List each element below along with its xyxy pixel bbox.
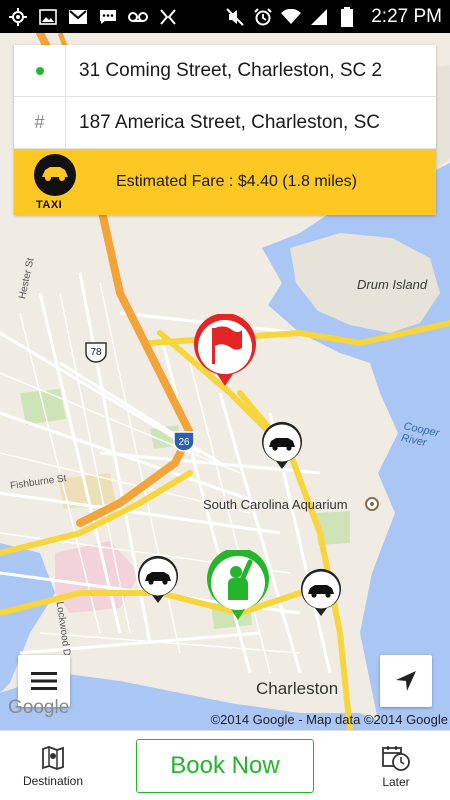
pickup-address-field[interactable]: 31 Coming Street, Charleston, SC 2 bbox=[66, 60, 436, 82]
medical-district bbox=[55, 541, 140, 613]
pickup-marker bbox=[14, 44, 66, 97]
alarm-icon bbox=[253, 7, 273, 27]
taxi-icon bbox=[34, 154, 76, 196]
taxi-pin-2[interactable] bbox=[136, 555, 180, 610]
image-icon bbox=[38, 7, 58, 27]
address-panel: 31 Coming Street, Charleston, SC 2 # 187… bbox=[14, 44, 436, 215]
hash-icon: # bbox=[34, 112, 45, 132]
destination-marker: # bbox=[14, 96, 66, 149]
wifi-icon bbox=[281, 7, 302, 27]
destination-label: Destination bbox=[22, 773, 84, 788]
destination-address-field[interactable]: 187 America Street, Charleston, SC bbox=[66, 112, 436, 134]
status-right-icons: 2:27 PM bbox=[225, 6, 442, 28]
status-left-icons bbox=[8, 7, 178, 27]
taxi-pin-1[interactable] bbox=[260, 421, 304, 476]
calendar-clock-icon bbox=[382, 745, 410, 771]
destination-button[interactable]: Destination bbox=[3, 731, 103, 800]
later-button[interactable]: Later bbox=[346, 731, 446, 800]
route-78-shield: 78 bbox=[84, 341, 108, 368]
bottom-action-bar: Destination Book Now Later bbox=[0, 730, 450, 800]
book-now-button[interactable]: Book Now bbox=[136, 739, 314, 793]
green-dot-icon bbox=[35, 66, 44, 75]
pickup-address-row[interactable]: 31 Coming Street, Charleston, SC 2 bbox=[14, 44, 436, 97]
voicemail-icon bbox=[128, 7, 148, 27]
charleston-label: Charleston bbox=[256, 679, 339, 698]
route-26-shield: 26 bbox=[172, 430, 196, 457]
map-book-icon bbox=[42, 745, 64, 770]
my-location-button[interactable] bbox=[380, 655, 432, 707]
gmail-icon bbox=[68, 7, 88, 27]
google-logo: Google bbox=[8, 697, 70, 718]
app-icon bbox=[158, 7, 178, 27]
signal-icon bbox=[309, 7, 329, 27]
estimated-fare-bar: TAXI Estimated Fare : $4.40 (1.8 miles) bbox=[14, 149, 436, 215]
destination-address-row[interactable]: # 187 America Street, Charleston, SC bbox=[14, 96, 436, 149]
drum-island-label: Drum Island bbox=[357, 277, 428, 292]
navigation-arrow-icon bbox=[396, 671, 416, 691]
later-label: Later bbox=[382, 774, 410, 789]
gps-icon bbox=[8, 7, 28, 27]
taxi-pin-3[interactable] bbox=[299, 568, 343, 623]
status-bar: 2:27 PM bbox=[0, 0, 450, 33]
pickup-location-pin[interactable] bbox=[204, 547, 272, 627]
battery-icon bbox=[337, 6, 357, 27]
taxi-badge-label: TAXI bbox=[36, 199, 63, 211]
status-time: 2:27 PM bbox=[371, 5, 442, 27]
taxi-badge: TAXI bbox=[14, 149, 100, 215]
destination-flag-pin[interactable] bbox=[192, 313, 258, 393]
mute-icon bbox=[225, 7, 245, 27]
aquarium-label: South Carolina Aquarium bbox=[203, 497, 348, 512]
map-copyright: ©2014 Google - Map data ©2014 Google bbox=[210, 712, 448, 727]
estimated-fare-text: Estimated Fare : $4.40 (1.8 miles) bbox=[116, 173, 357, 190]
svg-text:26: 26 bbox=[178, 437, 190, 448]
svg-text:78: 78 bbox=[90, 347, 102, 358]
sms-icon bbox=[98, 7, 118, 27]
hamburger-menu-icon bbox=[31, 672, 57, 690]
